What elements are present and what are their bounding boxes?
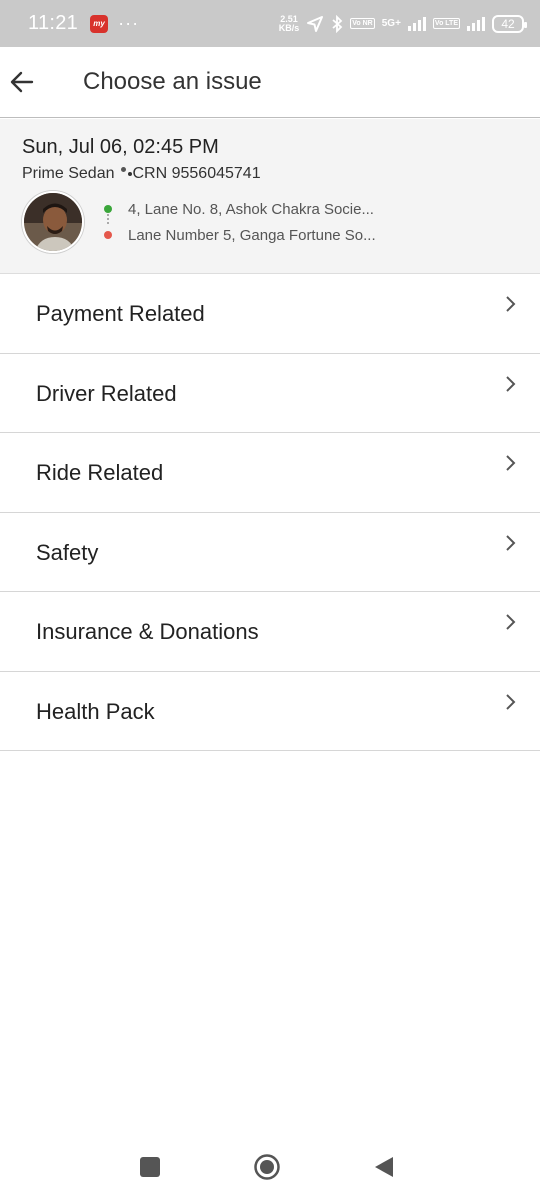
battery-icon: 42	[492, 14, 527, 33]
bluetooth-icon	[332, 14, 343, 33]
battery-level: 42	[501, 16, 515, 31]
volte-lte-icon: Vo LTE	[432, 18, 460, 29]
crn-number: CRN 9556045741	[132, 165, 261, 182]
issue-driver-related[interactable]: Driver Related	[0, 354, 540, 433]
issue-insurance-donations[interactable]: Insurance & Donations	[0, 592, 540, 672]
square-icon	[140, 1157, 160, 1177]
location-icon	[307, 15, 324, 32]
status-time: 11:21	[28, 12, 79, 34]
circle-icon	[254, 1154, 280, 1180]
ride-details: 4, Lane No. 8, Ashok Chakra Socie... Lan…	[22, 191, 518, 253]
route-connector	[107, 214, 109, 224]
system-back-button[interactable]	[372, 1155, 396, 1179]
issue-label: Safety	[36, 539, 99, 565]
separator-dot-2	[127, 172, 132, 176]
issue-label: Driver Related	[36, 380, 177, 406]
back-button[interactable]	[2, 62, 42, 102]
signal-icon-2	[467, 16, 485, 31]
pickup-location: 4, Lane No. 8, Ashok Chakra Socie...	[104, 196, 376, 222]
status-indicators: 2.51 KB/s Vo NR 5G+ Vo LTE 42	[278, 14, 527, 33]
issue-ride-related[interactable]: Ride Related	[0, 433, 540, 513]
ride-datetime: Sun, Jul 06, 02:45 PM	[22, 136, 219, 158]
car-type: Prime Sedan	[22, 165, 115, 182]
issue-label: Ride Related	[36, 460, 164, 486]
volte-nr-icon: Vo NR	[350, 18, 375, 29]
drop-pin-icon	[104, 231, 112, 239]
app-bar: Choose an issue	[0, 47, 540, 118]
chevron-right-icon	[506, 693, 516, 710]
pickup-address: 4, Lane No. 8, Ashok Chakra Socie...	[128, 200, 374, 218]
ride-meta: Prime Sedan CRN 9556045741	[22, 165, 518, 183]
drop-location: Lane Number 5, Ganga Fortune So...	[104, 222, 376, 248]
home-button[interactable]	[253, 1153, 281, 1181]
triangle-back-icon	[375, 1157, 393, 1177]
chevron-right-icon	[506, 455, 516, 471]
issue-label: Health Pack	[36, 698, 155, 724]
issue-health-pack[interactable]: Health Pack	[0, 672, 540, 751]
network-type: 5G+	[381, 18, 401, 29]
network-speed-unit: KB/s	[278, 22, 300, 33]
chevron-right-icon	[506, 534, 516, 551]
status-bar: 11:21 my ··· 2.51 KB/s Vo NR 5G+ Vo LTE …	[0, 0, 540, 47]
driver-avatar	[22, 191, 84, 253]
drop-address: Lane Number 5, Ganga Fortune So...	[128, 226, 376, 244]
driver-photo	[24, 193, 82, 251]
issue-label: Insurance & Donations	[36, 619, 259, 645]
recents-button[interactable]	[138, 1155, 162, 1179]
chevron-right-icon	[506, 614, 516, 630]
issue-list: Payment Related Driver Related Ride Rela…	[0, 274, 540, 751]
separator-dot	[120, 166, 126, 172]
ride-summary-card: Sun, Jul 06, 02:45 PM Prime Sedan CRN 95…	[0, 119, 540, 274]
arrow-left-icon	[10, 71, 34, 93]
more-notifications-icon: ···	[118, 13, 140, 33]
signal-icon-1	[407, 16, 426, 31]
issue-payment-related[interactable]: Payment Related	[0, 274, 540, 354]
chevron-right-icon	[506, 296, 516, 312]
pickup-pin-icon	[104, 205, 112, 213]
app-notification-icon: my	[90, 14, 109, 33]
route: 4, Lane No. 8, Ashok Chakra Socie... Lan…	[104, 196, 376, 248]
system-nav-bar	[0, 1135, 540, 1200]
network-speed: 2.51 KB/s	[278, 14, 300, 33]
issue-safety[interactable]: Safety	[0, 513, 540, 592]
chevron-right-icon	[506, 375, 516, 392]
page-title: Choose an issue	[83, 68, 262, 95]
issue-label: Payment Related	[36, 301, 205, 327]
